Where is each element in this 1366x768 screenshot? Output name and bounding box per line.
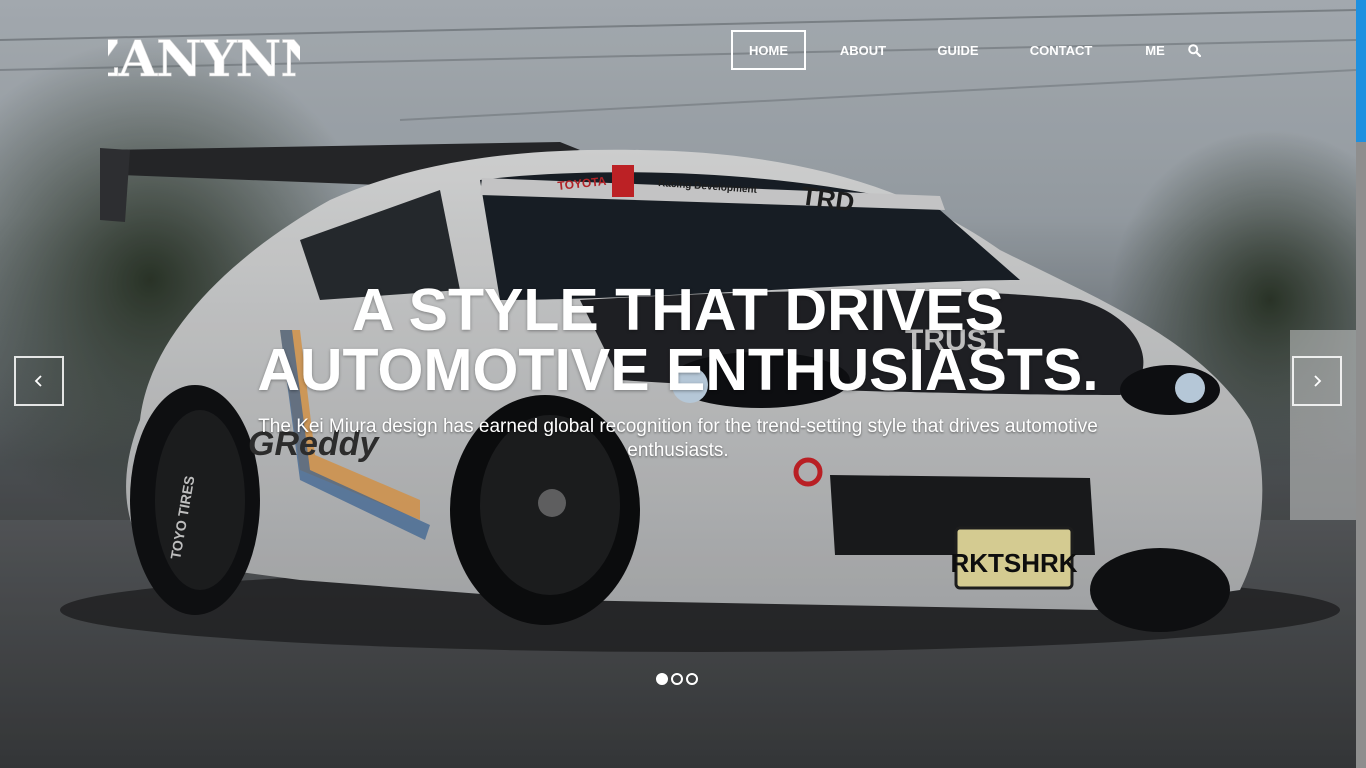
chevron-left-icon xyxy=(34,375,42,387)
headline-line-1: A STYLE THAT DRIVES xyxy=(351,277,1005,343)
site-logo[interactable]: ZANYNN xyxy=(83,26,327,92)
scrollbar-track[interactable] xyxy=(1356,142,1366,768)
logo-text: ZANYNN xyxy=(108,29,300,88)
carousel-dot-1[interactable] xyxy=(656,673,668,685)
logo-wordmark: ZANYNN xyxy=(83,29,327,89)
nav-home[interactable]: HOME xyxy=(731,30,806,70)
nav-about[interactable]: ABOUT xyxy=(806,30,920,70)
chevron-right-icon xyxy=(1314,375,1322,387)
page-scrollbar[interactable] xyxy=(1356,0,1366,768)
carousel-dot-2[interactable] xyxy=(671,673,683,685)
scrollbar-thumb[interactable] xyxy=(1356,0,1366,142)
search-icon xyxy=(1188,43,1201,57)
slide-headline: A STYLE THAT DRIVES AUTOMOTIVE ENTHUSIAS… xyxy=(200,280,1156,400)
carousel-next-button[interactable] xyxy=(1292,356,1342,406)
headline-line-2: AUTOMOTIVE ENTHUSIASTS. xyxy=(257,337,1099,403)
nav-me[interactable]: ME xyxy=(1126,30,1184,70)
search-button[interactable] xyxy=(1184,30,1212,70)
main-nav: HOME ABOUT GUIDE CONTACT ME xyxy=(731,30,1212,70)
slide-subtext: The Kei Miura design has earned global r… xyxy=(258,416,1098,461)
carousel-prev-button[interactable] xyxy=(14,356,64,406)
carousel-dot-3[interactable] xyxy=(686,673,698,685)
nav-contact[interactable]: CONTACT xyxy=(996,30,1126,70)
carousel-dots xyxy=(656,673,698,685)
nav-guide[interactable]: GUIDE xyxy=(920,30,996,70)
